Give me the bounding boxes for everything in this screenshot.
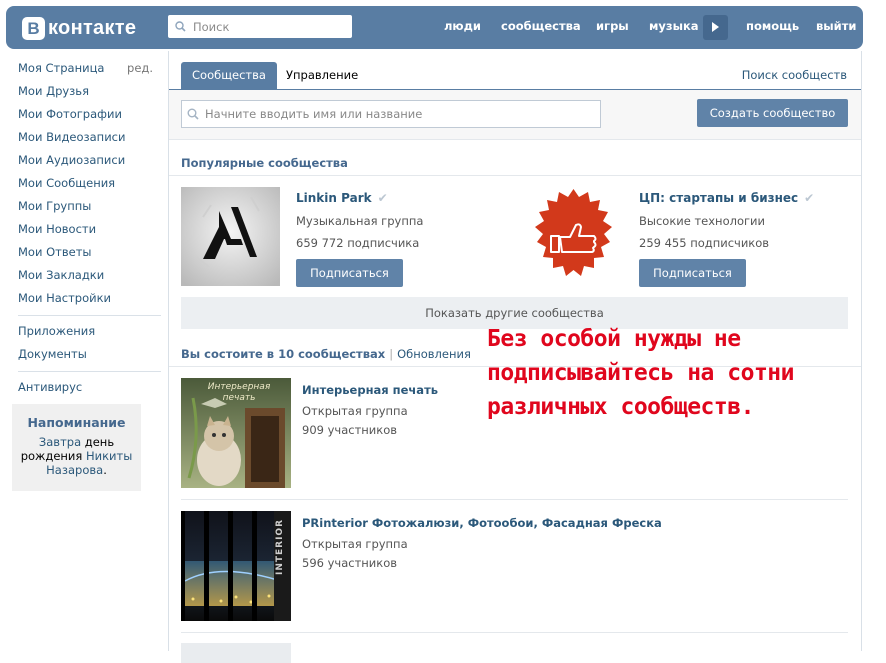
group-thumb-caption: INTERIOR [275,519,285,576]
sidebar-item-videos[interactable]: Мои Видеозаписи [18,128,161,151]
tab-manage[interactable]: Управление [286,68,358,82]
reminder-date-link[interactable]: Завтра [39,435,81,449]
sidebar-item-friends[interactable]: Мои Друзья [18,82,161,105]
music-play-icon[interactable] [703,15,728,40]
list-item [181,643,848,663]
verified-check-icon: ✔ [804,191,815,205]
logo-badge: В [22,16,45,40]
group-thumb[interactable] [181,643,291,663]
tab-search-communities[interactable]: Поиск сообществ [742,68,847,82]
global-search-input[interactable] [191,18,345,35]
popular-subscribers: 259 455 подписчиков [639,236,770,250]
group-thumb-caption: Интерьерная печать [207,382,271,403]
search-icon [187,108,199,120]
popular-title: Популярные сообщества [181,156,348,170]
verified-check-icon: ✔ [377,191,388,205]
subscribe-button[interactable]: Подписаться [639,259,746,287]
tab-communities[interactable]: Сообщества [181,62,277,89]
group-type: Открытая группа [302,404,408,418]
sidebar-item-apps[interactable]: Приложения [18,322,161,345]
sidebar-item-antivirus[interactable]: Антивирус [18,378,161,401]
reminder-body: Завтра день рождения Никиты Назарова. [20,435,133,477]
divider [169,175,861,176]
popular-type: Музыкальная группа [296,214,424,228]
nav-people[interactable]: люди [444,19,481,33]
sidebar-item-docs[interactable]: Документы [18,345,161,368]
group-thumb[interactable]: INTERIOR [181,511,291,621]
sidebar-item-photos[interactable]: Мои Фотографии [18,105,161,128]
startups-thumb[interactable] [524,187,623,286]
sidebar-divider [18,371,161,372]
membership-title: Вы состоите в 10 сообществах [181,347,386,361]
group-member-count: 909 участников [302,423,398,437]
updates-link[interactable]: Обновления [397,347,471,361]
popular-subscribers: 659 772 подписчика [296,236,420,250]
left-menu: Моя Страница ред. Мои Друзья Мои Фотогра… [18,59,161,401]
nav-games[interactable]: игры [596,19,629,33]
group-member-count: 596 участников [302,556,398,570]
nav-music[interactable]: музыка [649,19,699,33]
list-item: INTERIOR PRinterior Фотожалюзи, Фотообои… [181,511,848,621]
edit-link[interactable]: ред. [127,59,153,77]
reminder-title: Напоминание [27,415,126,430]
nav-logout[interactable]: выйти [816,19,856,33]
group-thumb[interactable]: Интерьерная печать [181,378,291,488]
search-icon [175,21,186,32]
popular-name[interactable]: ЦП: стартапы и бизнес ✔ [639,191,814,205]
sidebar-item-audio[interactable]: Мои Аудиозаписи [18,151,161,174]
sidebar-item-bookmarks[interactable]: Мои Закладки [18,266,161,289]
subscribe-button[interactable]: Подписаться [296,259,403,287]
nav-communities[interactable]: сообщества [501,19,581,33]
sidebar-item-my-page[interactable]: Моя Страница ред. [18,59,161,82]
sidebar-divider [18,315,161,316]
linkin-park-thumb[interactable] [181,187,280,286]
sidebar-item-settings[interactable]: Мои Настройки [18,289,161,312]
annotation-note: Без особой нужды не подписывайтесь на со… [487,326,795,420]
sidebar-item-news[interactable]: Мои Новости [18,220,161,243]
community-search[interactable] [181,100,601,128]
filter-bar: Создать сообщество [169,89,861,140]
birthday-reminder: Напоминание Завтра день рождения Никиты … [12,404,141,491]
logo-text: контакте [48,16,137,39]
sidebar-item-answers[interactable]: Мои Ответы [18,243,161,266]
sidebar-item-messages[interactable]: Мои Сообщения [18,174,161,197]
membership-header: Вы состоите в 10 сообществах | Обновления [181,347,471,361]
reminder-person-lastname-link[interactable]: Назарова [46,463,103,477]
group-type: Открытая группа [302,537,408,551]
divider [181,632,848,633]
popular-type: Высокие технологии [639,214,765,228]
community-search-input[interactable] [203,106,597,122]
group-name[interactable]: PRinterior Фотожалюзи, Фотообои, Фасадна… [302,516,662,530]
sidebar-item-groups[interactable]: Мои Группы [18,197,161,220]
group-name[interactable]: Интерьерная печать [302,383,438,397]
separator: | [389,347,394,361]
divider [181,499,848,500]
nav-help[interactable]: помощь [746,19,799,33]
create-community-button[interactable]: Создать сообщество [697,99,848,127]
reminder-person-link[interactable]: Никиты [86,449,132,463]
global-search[interactable] [168,15,352,38]
top-header: В контакте люди сообщества игры музыка п… [6,6,863,49]
popular-name[interactable]: Linkin Park ✔ [296,191,388,205]
vk-logo[interactable]: В контакте [22,16,136,40]
